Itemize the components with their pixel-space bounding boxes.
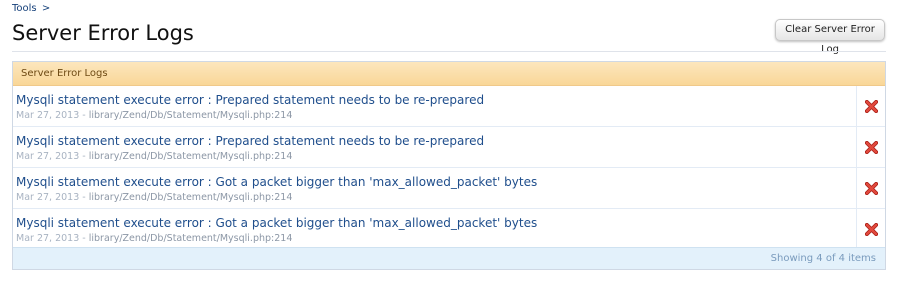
log-date: Mar 27, 2013 <box>16 233 80 244</box>
delete-x-icon[interactable] <box>864 140 878 154</box>
page-title: Server Error Logs <box>12 21 194 45</box>
delete-cell <box>856 209 885 249</box>
delete-x-icon[interactable] <box>864 181 878 195</box>
log-row: Mysqli statement execute error : Got a p… <box>13 168 885 209</box>
log-row: Mysqli statement execute error : Got a p… <box>13 209 885 250</box>
log-date: Mar 27, 2013 <box>16 192 80 203</box>
breadcrumb-separator: > <box>41 3 51 14</box>
log-meta: Mar 27, 2013 - library/Zend/Db/Statement… <box>16 151 292 162</box>
meta-dash: - <box>82 233 86 244</box>
log-meta: Mar 27, 2013 - library/Zend/Db/Statement… <box>16 192 292 203</box>
delete-x-icon[interactable] <box>864 99 878 113</box>
log-file-path: library/Zend/Db/Statement/Mysqli.php:214 <box>88 233 293 244</box>
log-date: Mar 27, 2013 <box>16 151 80 162</box>
log-meta: Mar 27, 2013 - library/Zend/Db/Statement… <box>16 110 292 121</box>
log-file-path: library/Zend/Db/Statement/Mysqli.php:214 <box>88 151 293 162</box>
log-row: Mysqli statement execute error : Prepare… <box>13 86 885 127</box>
breadcrumb: Tools > <box>12 3 50 14</box>
meta-dash: - <box>82 110 86 121</box>
meta-dash: - <box>82 151 86 162</box>
list-footer: Showing 4 of 4 items <box>13 247 885 269</box>
log-message-link[interactable]: Mysqli statement execute error : Got a p… <box>16 216 537 230</box>
log-meta: Mar 27, 2013 - library/Zend/Db/Statement… <box>16 233 292 244</box>
delete-cell <box>856 127 885 167</box>
log-message-link[interactable]: Mysqli statement execute error : Got a p… <box>16 175 537 189</box>
list-body: Mysqli statement execute error : Prepare… <box>13 86 885 250</box>
delete-cell <box>856 168 885 208</box>
meta-dash: - <box>82 192 86 203</box>
log-date: Mar 27, 2013 <box>16 110 80 121</box>
error-log-list: Server Error Logs Mysqli statement execu… <box>12 61 886 270</box>
breadcrumb-item-tools[interactable]: Tools <box>12 3 37 14</box>
log-message-link[interactable]: Mysqli statement execute error : Prepare… <box>16 134 484 148</box>
log-message-link[interactable]: Mysqli statement execute error : Prepare… <box>16 93 484 107</box>
log-row: Mysqli statement execute error : Prepare… <box>13 127 885 168</box>
clear-server-error-log-button[interactable]: Clear Server Error Log <box>775 19 885 55</box>
delete-x-icon[interactable] <box>864 222 878 236</box>
list-header: Server Error Logs <box>13 62 885 86</box>
log-file-path: library/Zend/Db/Statement/Mysqli.php:214 <box>88 192 293 203</box>
delete-cell <box>856 86 885 126</box>
title-divider <box>12 51 886 52</box>
log-file-path: library/Zend/Db/Statement/Mysqli.php:214 <box>88 110 293 121</box>
